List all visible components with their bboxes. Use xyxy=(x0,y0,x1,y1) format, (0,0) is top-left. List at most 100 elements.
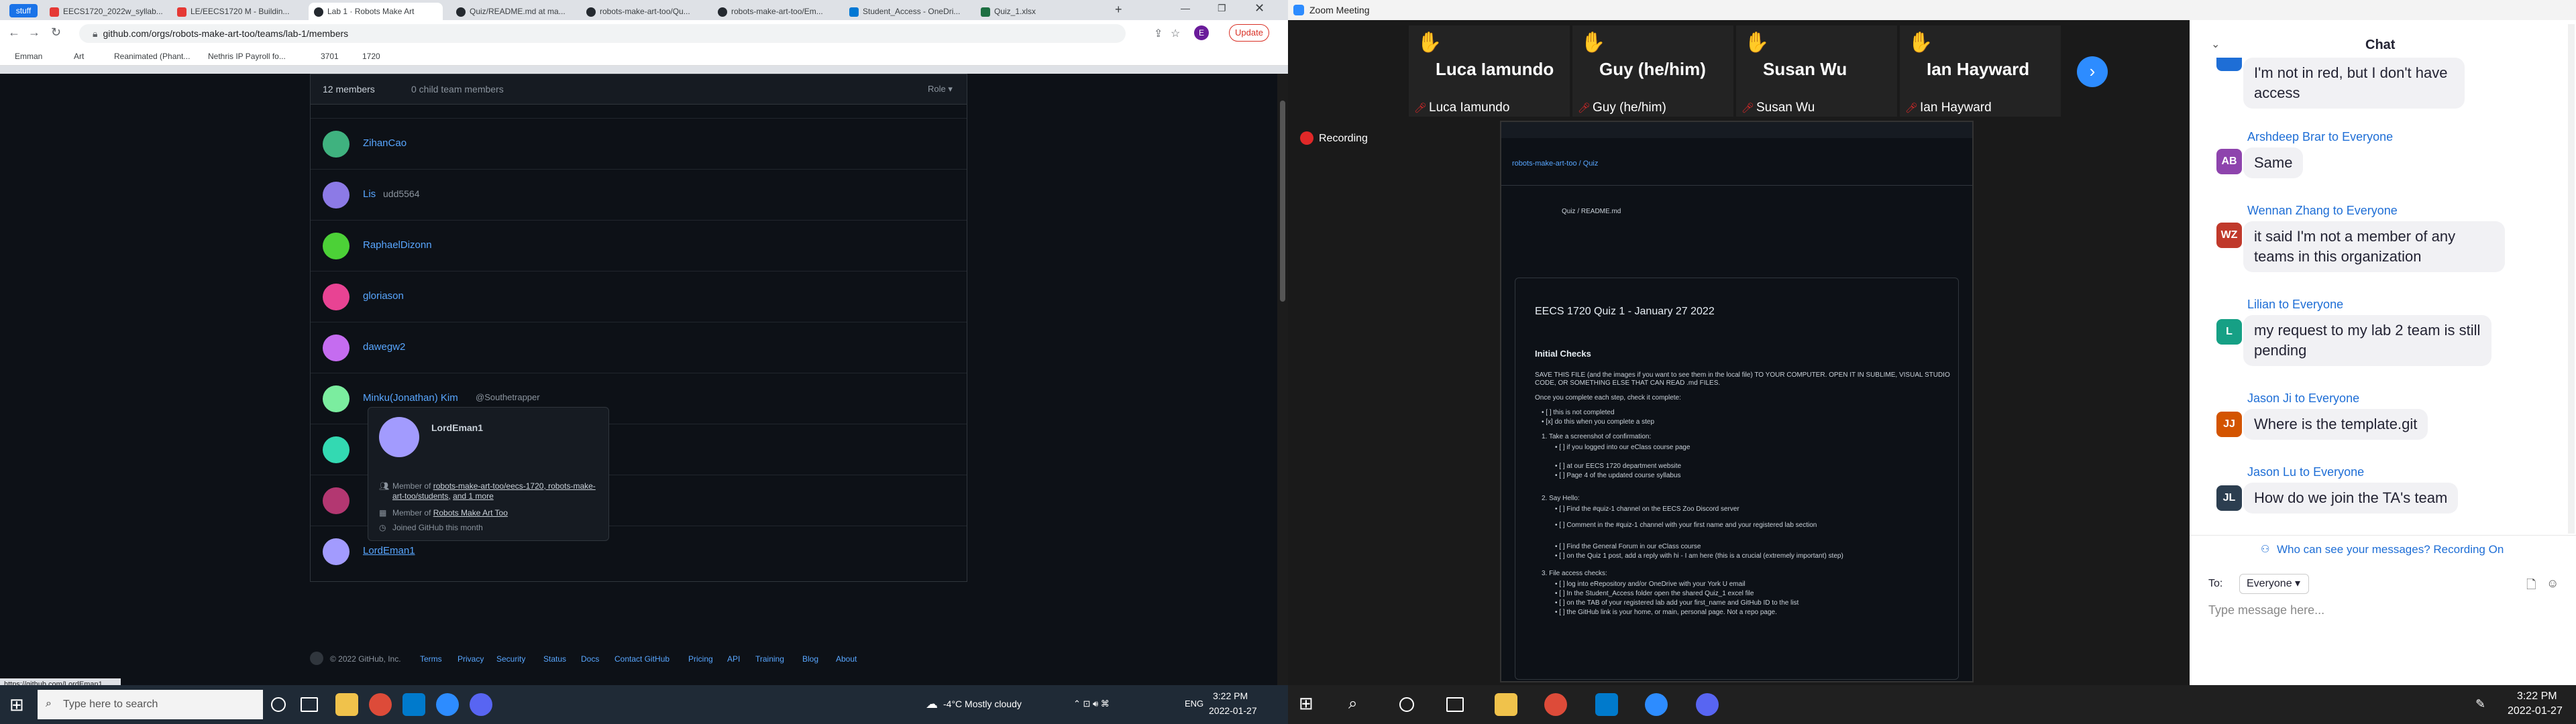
recipient-select[interactable]: Everyone ▾ xyxy=(2239,574,2309,594)
search-box[interactable]: ⌕ Type here to search xyxy=(38,690,263,719)
hovercard-name[interactable]: LordEman1 xyxy=(431,422,483,433)
tab-eecs[interactable]: LE/EECS1720 M - Buildin... xyxy=(172,3,299,20)
child-team-count[interactable]: 0 child team members xyxy=(411,84,504,95)
avatar[interactable] xyxy=(323,538,350,565)
emoji-icon[interactable]: ☺ xyxy=(2546,577,2559,591)
avatar[interactable] xyxy=(323,182,350,208)
clock-time[interactable]: 3:22 PM xyxy=(1213,690,1248,701)
footer-contact[interactable]: Contact GitHub xyxy=(614,654,669,664)
member-name[interactable]: gloriason xyxy=(363,290,404,302)
footer-security[interactable]: Security xyxy=(496,654,525,664)
vscode-icon[interactable] xyxy=(1595,693,1618,716)
clock-date[interactable]: 2022-01-27 xyxy=(1209,705,1257,716)
footer-privacy[interactable]: Privacy xyxy=(458,654,484,664)
file-explorer-icon[interactable] xyxy=(335,693,358,716)
weather-text[interactable]: -4°C Mostly cloudy xyxy=(943,699,1022,709)
discord-icon[interactable] xyxy=(1696,693,1719,716)
url-input[interactable]: 🔒︎ github.com/orgs/robots-make-art-too/te… xyxy=(79,24,1126,43)
scrollbar[interactable] xyxy=(2568,24,2575,534)
footer-terms[interactable]: Terms xyxy=(420,654,442,664)
update-button[interactable]: Update xyxy=(1229,24,1269,42)
windows-start-icon[interactable]: ⊞ xyxy=(1299,693,1313,714)
avatar[interactable] xyxy=(323,436,350,463)
search-icon[interactable]: ⌕ xyxy=(1348,695,1357,713)
avatar[interactable] xyxy=(323,131,350,158)
zoom-icon[interactable] xyxy=(1645,693,1668,716)
task-view-icon[interactable] xyxy=(301,697,318,712)
member-name[interactable]: Minku(Jonathan) Kim xyxy=(363,392,458,404)
more-link[interactable]: and 1 more xyxy=(453,491,494,501)
members-count[interactable]: 12 members xyxy=(323,84,375,95)
tab-onedrive[interactable]: Student_Access - OneDri... xyxy=(844,3,971,20)
maximize-button[interactable]: ❐ xyxy=(1218,3,1226,14)
footer-training[interactable]: Training xyxy=(755,654,784,664)
bookmark-emman[interactable]: Emman xyxy=(15,50,42,63)
member-name[interactable]: ZihanCao xyxy=(363,137,407,149)
visibility-note[interactable]: Who can see your messages? Recording On xyxy=(2277,543,2504,556)
clock-time[interactable]: 3:22 PM xyxy=(2517,690,2557,703)
cortana-icon[interactable] xyxy=(271,697,286,712)
forward-icon[interactable]: → xyxy=(28,25,40,40)
member-name[interactable]: Lis xyxy=(363,188,376,200)
avatar[interactable] xyxy=(323,233,350,259)
minimize-button[interactable]: — xyxy=(1181,3,1190,13)
footer-api[interactable]: API xyxy=(727,654,740,664)
task-view-icon[interactable] xyxy=(1446,697,1464,712)
windows-start-icon[interactable]: ⊞ xyxy=(9,695,24,715)
share-icon[interactable]: ⇪ xyxy=(1154,27,1163,40)
tab-quiz-xlsx[interactable]: Quiz_1.xlsx xyxy=(975,3,1103,20)
tab-quiz-readme[interactable]: Quiz/README.md at ma... xyxy=(451,3,578,20)
footer-blog[interactable]: Blog xyxy=(802,654,818,664)
bookmark-3701[interactable]: 3701 xyxy=(321,50,339,63)
tab-syllabus[interactable]: EECS1720_2022w_syllab... xyxy=(44,3,172,20)
tab-group-stuff[interactable]: stuff xyxy=(9,4,38,17)
member-name[interactable]: LordEman1 xyxy=(363,545,415,556)
scrollbar-thumb[interactable] xyxy=(1280,101,1285,302)
bookmark-1720[interactable]: 1720 xyxy=(362,50,380,63)
chrome-icon[interactable] xyxy=(1544,693,1567,716)
avatar[interactable] xyxy=(379,417,419,457)
participant-tile[interactable]: ✋ Guy (he/him) 🎤︎ Guy (he/him) xyxy=(1572,25,1733,117)
cortana-icon[interactable] xyxy=(1399,697,1414,712)
role-filter[interactable]: Role ▾ xyxy=(928,84,953,95)
scrollbar[interactable] xyxy=(1277,74,1288,685)
clock-date[interactable]: 2022-01-27 xyxy=(2508,705,2563,717)
vscode-icon[interactable] xyxy=(402,693,425,716)
collapse-chevron-icon[interactable]: ⌄ xyxy=(2211,38,2220,51)
discord-icon[interactable] xyxy=(470,693,492,716)
profile-avatar[interactable]: E xyxy=(1194,25,1209,40)
member-name[interactable]: dawegw2 xyxy=(363,341,405,353)
footer-status[interactable]: Status xyxy=(543,654,566,664)
tray-icons[interactable]: ⌃ ⊡ 🔊︎ ⌘ xyxy=(1073,699,1110,709)
close-button[interactable]: ✕ xyxy=(1254,1,1265,15)
chrome-icon[interactable] xyxy=(369,693,392,716)
back-icon[interactable]: ← xyxy=(8,25,20,40)
new-tab-button[interactable]: + xyxy=(1115,3,1122,17)
next-page-button[interactable]: › xyxy=(2077,56,2108,87)
footer-about[interactable]: About xyxy=(836,654,857,664)
participant-tile[interactable]: ✋ Luca Iamundo 🎤︎ Luca Iamundo xyxy=(1409,25,1570,117)
zoom-icon[interactable] xyxy=(436,693,459,716)
pen-icon[interactable]: ✎ xyxy=(2475,697,2485,711)
privacy-people-icon[interactable]: ⚇ xyxy=(2261,543,2269,555)
message-input[interactable]: Type message here... xyxy=(2208,603,2557,630)
bookmark-nethris[interactable]: Nethris IP Payroll fo... xyxy=(208,50,286,63)
member-name[interactable]: RaphaelDizonn xyxy=(363,239,432,251)
avatar[interactable] xyxy=(323,335,350,361)
footer-docs[interactable]: Docs xyxy=(581,654,599,664)
tab-robots-quiz[interactable]: robots-make-art-too/Qu... xyxy=(581,3,708,20)
bookmark-reanimated[interactable]: Reanimated (Phant... xyxy=(114,50,190,63)
tab-robots-em[interactable]: robots-make-art-too/Em... xyxy=(712,3,840,20)
tab-lab1[interactable]: Lab 1 · Robots Make Art xyxy=(309,3,443,20)
language-indicator[interactable]: ENG xyxy=(1185,699,1203,709)
avatar[interactable] xyxy=(323,385,350,412)
star-icon[interactable]: ☆ xyxy=(1171,27,1180,40)
file-icon[interactable]: 🗋︎ xyxy=(2526,577,2536,597)
footer-pricing[interactable]: Pricing xyxy=(688,654,713,664)
org-link[interactable]: Robots Make Art Too xyxy=(433,508,508,518)
reload-icon[interactable]: ↻ xyxy=(51,25,61,40)
avatar[interactable] xyxy=(323,284,350,310)
bookmark-art[interactable]: Art xyxy=(74,50,84,63)
avatar[interactable] xyxy=(323,487,350,514)
file-explorer-icon[interactable] xyxy=(1495,693,1517,716)
